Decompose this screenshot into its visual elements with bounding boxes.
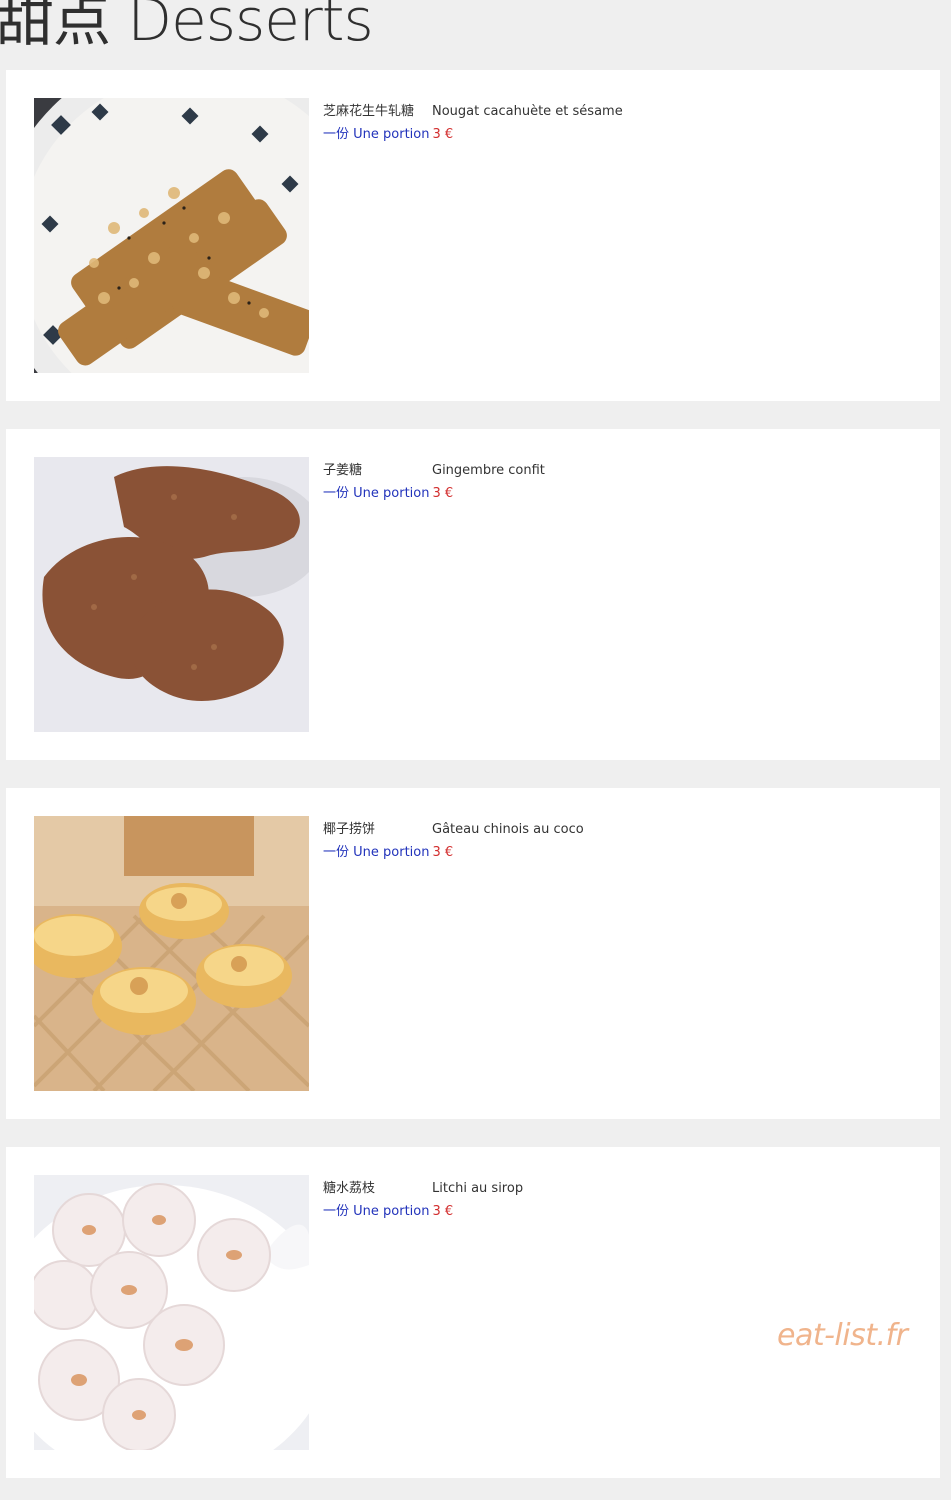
candied-ginger-photo <box>34 457 309 732</box>
portion-label: 一份 Une portion <box>323 1204 430 1219</box>
menu-item-card[interactable]: 子姜糖 Gingembre confit 一份 Une portion 3 € <box>6 429 940 760</box>
item-name-fr: Gingembre confit <box>432 463 545 478</box>
item-name-zh: 芝麻花生牛轧糖 <box>323 104 415 119</box>
item-price: 3 € <box>432 1204 454 1219</box>
menu-item-card[interactable]: 糖水荔枝 Litchi au sirop 一份 Une portion 3 € <box>6 1147 940 1478</box>
item-price: 3 € <box>432 845 454 860</box>
item-name-fr: Gâteau chinois au coco <box>432 822 584 837</box>
portion-label: 一份 Une portion <box>323 486 430 501</box>
item-name-fr: Litchi au sirop <box>432 1181 524 1196</box>
menu-item-card[interactable]: 芝麻花生牛轧糖 Nougat cacahuète et sésame 一份 Une… <box>6 70 940 401</box>
item-name-zh: 子姜糖 <box>323 463 363 478</box>
item-name-zh: 椰子捞饼 <box>323 822 376 837</box>
item-name-zh: 糖水荔枝 <box>323 1181 376 1196</box>
lychee-syrup-photo <box>34 1175 309 1450</box>
item-price: 3 € <box>432 486 454 501</box>
peanut-sesame-nougat-photo <box>34 98 309 373</box>
site-watermark: eat-list.fr <box>777 1318 908 1353</box>
portion-label: 一份 Une portion <box>323 127 430 142</box>
page-title: 甜点 Desserts <box>0 0 374 54</box>
item-price: 3 € <box>432 127 454 142</box>
item-name-fr: Nougat cacahuète et sésame <box>432 104 623 119</box>
coconut-cake-photo <box>34 816 309 1091</box>
menu-item-card[interactable]: 椰子捞饼 Gâteau chinois au coco 一份 Une portio… <box>6 788 940 1119</box>
portion-label: 一份 Une portion <box>323 845 430 860</box>
